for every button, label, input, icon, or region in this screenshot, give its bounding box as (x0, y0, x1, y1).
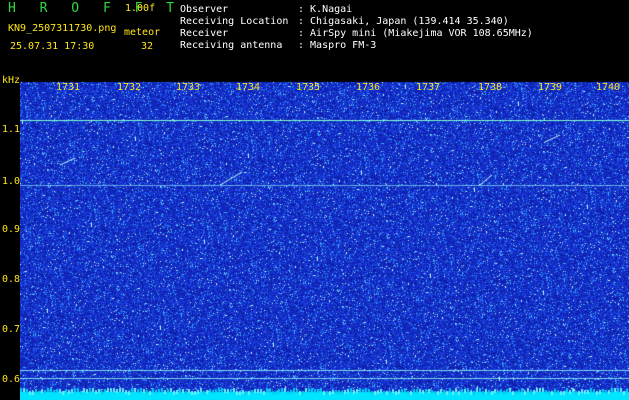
y-tick-0.6: 0.6 (2, 374, 21, 385)
date-time: 25.07.31 17:30 (10, 41, 95, 52)
location-key: Receiving Location (180, 16, 289, 27)
mode-label: meteor (124, 27, 161, 38)
receiver-value: : AirSpy mini (Miakejima VOR 108.65MHz) (298, 28, 533, 39)
y-tick-1.1: 1.1 (2, 124, 21, 135)
location-value: : Chigasaki, Japan (139.414 35.340) (298, 16, 509, 27)
spectrogram-canvas (20, 80, 629, 400)
x-tick-1739: 1739 (538, 82, 563, 93)
antenna-value: : Maspro FM-3 (298, 40, 377, 51)
header-panel: H R O F F T 1.00f KN9_2507311730.png met… (0, 0, 629, 80)
x-tick-1731: 1731 (56, 82, 81, 93)
x-tick-1737: 1737 (416, 82, 441, 93)
receiver-key: Receiver (180, 28, 229, 39)
x-tick-1734: 1734 (236, 82, 261, 93)
observer-key: Observer (180, 4, 229, 15)
detection-count: 32 (141, 41, 154, 52)
x-tick-1735: 1735 (296, 82, 321, 93)
x-tick-1732: 1732 (117, 82, 142, 93)
y-tick-0.8: 0.8 (2, 274, 21, 285)
x-tick-1733: 1733 (176, 82, 201, 93)
x-tick-1740: 1740 (596, 82, 621, 93)
x-tick-1738: 1738 (478, 82, 503, 93)
y-unit-label: kHz (2, 75, 21, 86)
y-tick-0.7: 0.7 (2, 324, 21, 335)
y-tick-0.9: 0.9 (2, 224, 21, 235)
file-name: KN9_2507311730.png (8, 23, 117, 34)
version-label: 1.00f (125, 3, 156, 14)
y-tick-1.0: 1.0 (2, 176, 21, 187)
observer-value: : K.Nagai (298, 4, 353, 15)
app-title: H R O F F T (8, 1, 183, 16)
x-tick-1736: 1736 (356, 82, 381, 93)
spectrogram-plot (20, 80, 629, 400)
antenna-key: Receiving antenna (180, 40, 283, 51)
